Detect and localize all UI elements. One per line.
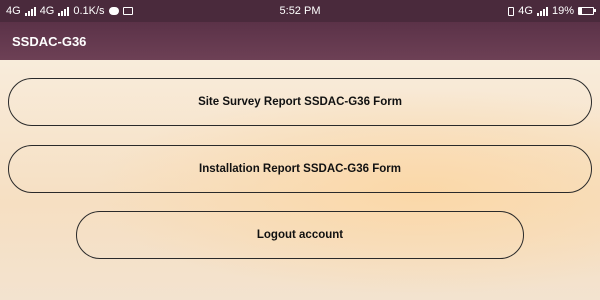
data-speed: 0.1K/s: [73, 5, 105, 17]
installation-report-button[interactable]: Installation Report SSDAC-G36 Form: [8, 145, 592, 193]
site-survey-report-button[interactable]: Site Survey Report SSDAC-G36 Form: [8, 78, 592, 126]
status-bar: 4G 4G 0.1K/s 5:52 PM 4G 19%: [0, 0, 600, 22]
app-bar: SSDAC-G36: [0, 22, 600, 60]
vibrate-icon: [508, 6, 515, 16]
battery-percent: 19%: [551, 5, 574, 17]
notification-icon: [122, 7, 133, 15]
signal-icon: [24, 6, 36, 16]
status-right-group: 4G 19%: [508, 5, 596, 17]
battery-icon: [578, 7, 596, 15]
status-left-group: 4G 4G 0.1K/s: [6, 5, 133, 17]
signal-icon-right: [536, 6, 548, 16]
network-type-right: 4G: [518, 5, 533, 17]
status-time: 5:52 PM: [279, 5, 321, 17]
battery-fill: [579, 8, 582, 14]
network-type-1: 4G: [6, 5, 21, 17]
main-content: Site Survey Report SSDAC-G36 Form Instal…: [0, 60, 600, 300]
app-title: SSDAC-G36: [12, 33, 87, 49]
network-type-2: 4G: [39, 5, 55, 17]
message-icon: [108, 7, 119, 15]
signal-icon-2: [58, 6, 70, 16]
logout-button[interactable]: Logout account: [76, 211, 524, 259]
